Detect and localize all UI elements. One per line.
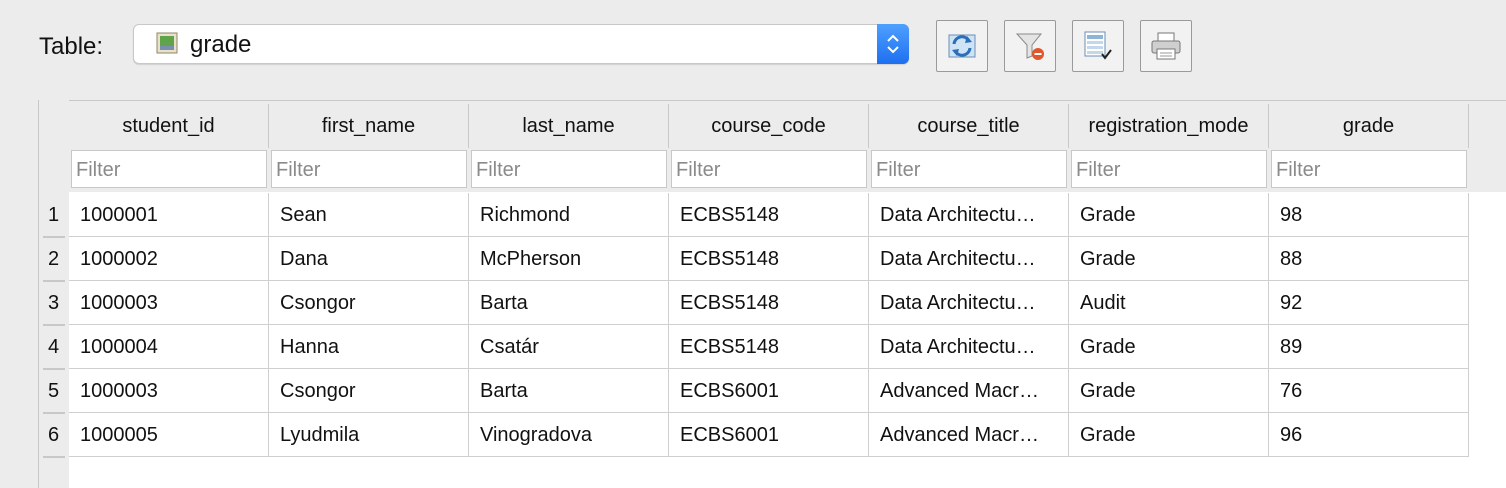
- filter-input-first-name[interactable]: Filter: [271, 150, 467, 188]
- column-header-first-name[interactable]: first_name: [269, 104, 469, 148]
- table-label: Table:: [39, 33, 104, 60]
- cell-course-title[interactable]: Advanced Macr…: [869, 369, 1069, 413]
- cell-course-code[interactable]: ECBS6001: [669, 413, 869, 457]
- cell-course-code[interactable]: ECBS5148: [669, 281, 869, 325]
- table-row[interactable]: 1000003 Csongor Barta ECBS6001 Advanced Macr…: [69, 369, 1469, 413]
- cell-registration-mode[interactable]: Audit: [1069, 281, 1269, 325]
- cell-last-name[interactable]: McPherson: [469, 237, 669, 281]
- cell-student-id[interactable]: 1000003: [69, 281, 269, 325]
- cell-course-code[interactable]: ECBS5148: [669, 237, 869, 281]
- table-row[interactable]: 1000002 Dana McPherson ECBS5148 Data Archite…: [69, 237, 1469, 281]
- grid-header: student_id Filter first_name Filter last_nam…: [69, 100, 1506, 192]
- cell-registration-mode[interactable]: Grade: [1069, 193, 1269, 237]
- row-number[interactable]: 5: [38, 369, 69, 413]
- cell-first-name[interactable]: Dana: [269, 237, 469, 281]
- select-stepper[interactable]: [877, 24, 909, 64]
- column-header-registration-mode[interactable]: registration_mode: [1069, 104, 1269, 148]
- chevron-up-down-icon: [887, 34, 899, 54]
- cell-registration-mode[interactable]: Grade: [1069, 413, 1269, 457]
- cell-first-name[interactable]: Hanna: [269, 325, 469, 369]
- column-header-grade[interactable]: grade: [1269, 104, 1469, 148]
- cell-registration-mode[interactable]: Grade: [1069, 237, 1269, 281]
- cell-student-id[interactable]: 1000005: [69, 413, 269, 457]
- row-number[interactable]: 3: [38, 281, 69, 325]
- toolbar: Table: grade: [0, 0, 1506, 100]
- cell-first-name[interactable]: Sean: [269, 193, 469, 237]
- cell-last-name[interactable]: Barta: [469, 369, 669, 413]
- cell-first-name[interactable]: Lyudmila: [269, 413, 469, 457]
- table-row[interactable]: 1000003 Csongor Barta ECBS5148 Data Architec…: [69, 281, 1469, 325]
- table-icon: [156, 32, 178, 54]
- selected-table-value: grade: [190, 31, 252, 58]
- cell-grade[interactable]: 98: [1269, 193, 1469, 237]
- cell-course-title[interactable]: Advanced Macr…: [869, 413, 1069, 457]
- row-number-separator: [43, 456, 65, 458]
- data-grid: student_id Filter first_name Filter last_nam…: [38, 100, 1506, 488]
- filter-input-student-id[interactable]: Filter: [71, 150, 267, 188]
- cell-course-code[interactable]: ECBS6001: [669, 369, 869, 413]
- table-row[interactable]: 1000001 Sean Richmond ECBS5148 Data Architec…: [69, 193, 1469, 237]
- filter-input-registration-mode[interactable]: Filter: [1071, 150, 1267, 188]
- cell-first-name[interactable]: Csongor: [269, 281, 469, 325]
- table-select[interactable]: grade: [133, 24, 909, 64]
- cell-student-id[interactable]: 1000004: [69, 325, 269, 369]
- cell-last-name[interactable]: Barta: [469, 281, 669, 325]
- export-button[interactable]: [1072, 20, 1124, 72]
- column-header-course-title[interactable]: course_title: [869, 104, 1069, 148]
- cell-grade[interactable]: 88: [1269, 237, 1469, 281]
- cell-course-title[interactable]: Data Architectu…: [869, 193, 1069, 237]
- row-number[interactable]: 6: [38, 413, 69, 457]
- table-row[interactable]: 1000005 Lyudmila Vinogradova ECBS6001 Advanc…: [69, 413, 1469, 457]
- cell-registration-mode[interactable]: Grade: [1069, 369, 1269, 413]
- cell-student-id[interactable]: 1000002: [69, 237, 269, 281]
- cell-last-name[interactable]: Csatár: [469, 325, 669, 369]
- refresh-button[interactable]: [936, 20, 988, 72]
- cell-grade[interactable]: 92: [1269, 281, 1469, 325]
- row-number[interactable]: 2: [38, 237, 69, 281]
- print-icon: [1151, 32, 1181, 60]
- column-header-last-name[interactable]: last_name: [469, 104, 669, 148]
- filter-input-course-code[interactable]: Filter: [671, 150, 867, 188]
- export-icon: [1084, 31, 1112, 60]
- cell-registration-mode[interactable]: Grade: [1069, 325, 1269, 369]
- cell-last-name[interactable]: Richmond: [469, 193, 669, 237]
- table-row[interactable]: 1000004 Hanna Csatár ECBS5148 Data Architect…: [69, 325, 1469, 369]
- cell-course-code[interactable]: ECBS5148: [669, 325, 869, 369]
- column-header-course-code[interactable]: course_code: [669, 104, 869, 148]
- cell-first-name[interactable]: Csongor: [269, 369, 469, 413]
- filter-input-last-name[interactable]: Filter: [471, 150, 667, 188]
- clear-filter-icon: [1015, 33, 1044, 60]
- cell-course-title[interactable]: Data Architectu…: [869, 281, 1069, 325]
- print-button[interactable]: [1140, 20, 1192, 72]
- cell-grade[interactable]: 96: [1269, 413, 1469, 457]
- cell-grade[interactable]: 89: [1269, 325, 1469, 369]
- cell-student-id[interactable]: 1000003: [69, 369, 269, 413]
- cell-student-id[interactable]: 1000001: [69, 193, 269, 237]
- cell-course-title[interactable]: Data Architectu…: [869, 325, 1069, 369]
- cell-course-title[interactable]: Data Architectu…: [869, 237, 1069, 281]
- row-number[interactable]: 4: [38, 325, 69, 369]
- clear-filter-button[interactable]: [1004, 20, 1056, 72]
- refresh-icon: [948, 34, 976, 58]
- column-header-student-id[interactable]: student_id: [69, 104, 269, 148]
- cell-course-code[interactable]: ECBS5148: [669, 193, 869, 237]
- cell-grade[interactable]: 76: [1269, 369, 1469, 413]
- filter-input-grade[interactable]: Filter: [1271, 150, 1467, 188]
- filter-input-course-title[interactable]: Filter: [871, 150, 1067, 188]
- cell-last-name[interactable]: Vinogradova: [469, 413, 669, 457]
- row-number[interactable]: 1: [38, 193, 69, 237]
